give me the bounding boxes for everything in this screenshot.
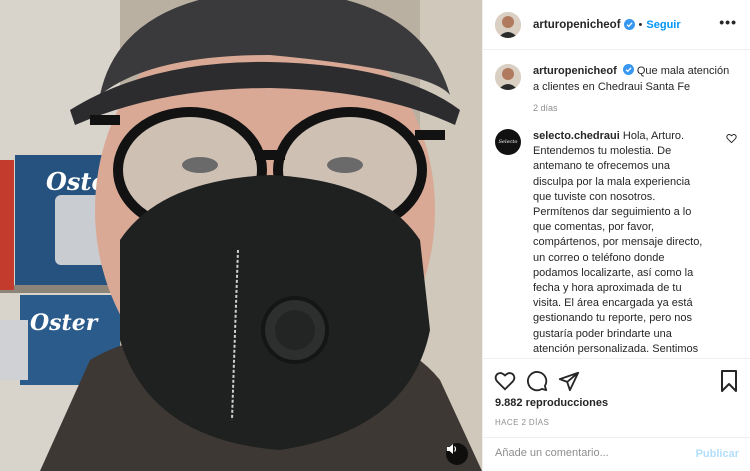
avatar-image	[495, 11, 521, 38]
view-count[interactable]: 9.882 reproducciones	[495, 397, 608, 409]
post-panel: arturopenicheof • Seguir ••• arturopenic…	[482, 0, 750, 471]
commenter-avatar-logo: Selecto	[498, 139, 518, 145]
share-icon	[558, 371, 580, 392]
publish-button[interactable]: Publicar	[696, 448, 739, 460]
more-icon[interactable]: •••	[719, 15, 737, 29]
verified-icon	[622, 64, 634, 75]
heart-icon	[494, 372, 516, 391]
volume-icon	[447, 444, 457, 454]
commenter-username[interactable]: selecto.chedraui	[533, 130, 620, 142]
bookmark-icon	[721, 370, 737, 392]
comments-list[interactable]: arturopenicheof Que mala atención a clie…	[483, 50, 750, 358]
post-timestamp[interactable]: HACE 2 DÍAS	[495, 418, 549, 427]
caption-timestamp[interactable]: 2 días	[533, 103, 739, 113]
caption-avatar[interactable]	[495, 64, 521, 90]
video-player[interactable]: Oster Oster	[0, 0, 482, 471]
post-actions: 9.882 reproducciones HACE 2 DÍAS Publica…	[483, 358, 750, 471]
avatar[interactable]	[495, 11, 521, 38]
comment-text: Hola, Arturo. Entendemos tu molestia. De…	[533, 130, 703, 355]
like-comment-heart-icon[interactable]	[726, 133, 737, 144]
caption-username[interactable]: arturopenicheof	[533, 65, 617, 77]
mute-button[interactable]	[446, 443, 468, 465]
post-caption: arturopenicheof Que mala atención a clie…	[495, 64, 739, 95]
list-item: Selecto selecto.chedraui Hola, Arturo. E…	[495, 129, 739, 357]
follow-button[interactable]: Seguir	[646, 19, 680, 31]
verified-icon	[623, 19, 635, 30]
comment-button[interactable]	[525, 369, 549, 393]
avatar-image	[495, 64, 521, 90]
add-comment-bar: Publicar	[483, 437, 750, 471]
commenter-avatar[interactable]: Selecto	[495, 129, 521, 155]
save-button[interactable]	[717, 369, 741, 393]
comment-icon	[527, 371, 548, 392]
oster-logo-bottom: Oster	[30, 310, 99, 336]
separator-dot: •	[638, 18, 643, 31]
video-frame: Oster Oster	[0, 0, 482, 471]
comment-input[interactable]	[495, 447, 685, 459]
share-button[interactable]	[557, 369, 581, 393]
like-button[interactable]	[493, 369, 517, 393]
author-username[interactable]: arturopenicheof	[533, 19, 621, 31]
post-header: arturopenicheof • Seguir •••	[483, 0, 750, 50]
